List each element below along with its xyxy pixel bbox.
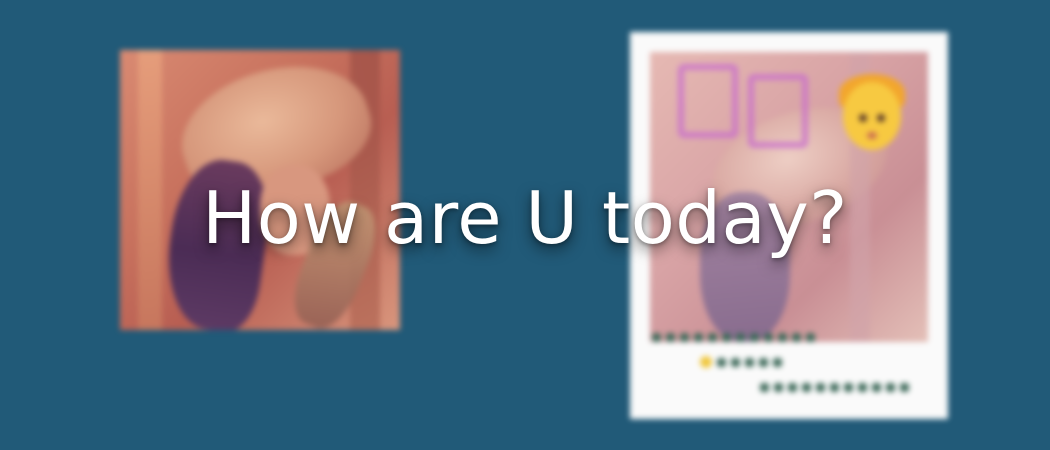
card-decorative-glyphs xyxy=(678,64,818,154)
card-caption-line xyxy=(760,382,909,392)
decorative-glyph xyxy=(748,74,808,148)
girl-emoji-icon xyxy=(835,72,909,158)
headline-text: How are U today? xyxy=(202,176,848,260)
card-caption-line xyxy=(652,332,815,342)
banner-stage: How are U today? xyxy=(0,0,1050,450)
card-caption-line xyxy=(700,356,782,368)
decorative-glyph xyxy=(678,64,738,138)
